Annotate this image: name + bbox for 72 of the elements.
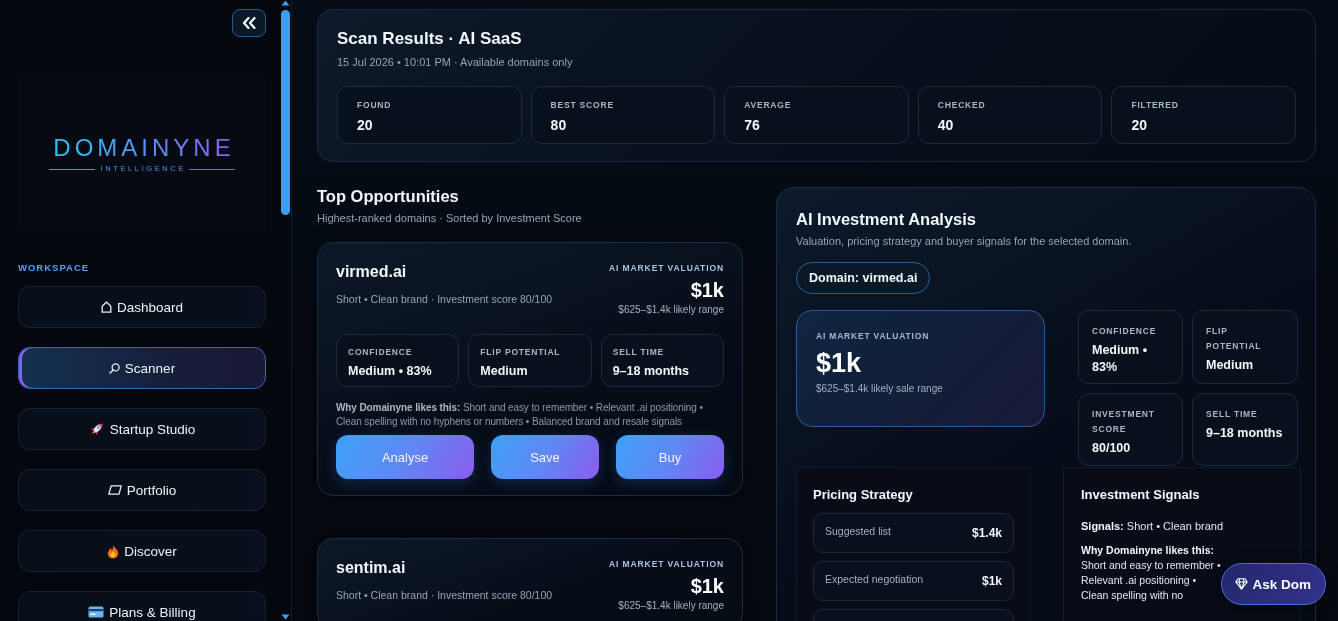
stat-value: 76 — [744, 117, 761, 134]
stat-label: FOUND — [357, 100, 393, 111]
metric-label: FLIP POTENTIAL — [480, 347, 562, 358]
domain-name: sentim.ai — [336, 558, 407, 578]
metric-label: SELL TIME — [1206, 408, 1259, 421]
metric-value: 80/100 — [1092, 440, 1132, 457]
domain-summary: Short • Clean brand · Investment score 80/100 — [336, 292, 553, 306]
sidebar-item[interactable]: Plans & Billing — [18, 591, 266, 621]
sidebar-item[interactable]: Portfolio — [18, 469, 266, 511]
valuation-range: $625–$1.4k likely range — [618, 303, 724, 316]
valuation-label: AI MARKET VALUATION — [609, 559, 724, 570]
metric-label: SELL TIME — [612, 347, 666, 358]
parallelogram-icon — [107, 485, 122, 495]
metric-label: CONFIDENCE — [1092, 325, 1158, 338]
metric-label: CONFIDENCE — [348, 347, 414, 358]
stat-label: AVERAGE — [744, 100, 793, 111]
credit-card-icon — [88, 606, 105, 618]
valuation-range: $625–$1.4k likely sale range — [816, 382, 944, 395]
price-label: Expected negotiation — [825, 572, 924, 585]
ask-dom-button[interactable]: Ask Dom — [1221, 563, 1326, 605]
sidebar-item[interactable]: Discover — [18, 530, 266, 572]
domain-summary: Short • Clean brand · Investment score 80/100 — [336, 588, 553, 602]
domain-name: virmed.ai — [336, 262, 408, 282]
section-title: Top Opportunities — [317, 186, 460, 206]
sidebar-item[interactable]: Dashboard — [18, 286, 266, 328]
metric-label: FLIP POTENTIAL — [1206, 325, 1263, 353]
scan-subtitle: 15 Jul 2026 • 10:01 PM · Available domains only — [337, 55, 574, 69]
selected-domain-pill: Domain: virmed.ai — [796, 262, 931, 294]
stat-label: CHECKED — [937, 100, 987, 111]
sidebar-item[interactable]: Scanner — [18, 347, 266, 389]
scroll-up-icon[interactable] — [281, 0, 290, 6]
panel-title: AI Investment Analysis — [796, 209, 978, 229]
metric-value: Medium • 83% — [348, 363, 433, 379]
valuation-value: $1k — [816, 348, 863, 378]
signals-text: Signals: Short • Clean brand — [1081, 519, 1225, 534]
valuation-value: $1k — [690, 278, 724, 302]
stat-label: BEST SCORE — [550, 100, 615, 111]
reason-text: Why Domainyne likes this: Short and easy to remember • Relevant .ai positioning • Clean spelling with no — [1081, 543, 1222, 603]
valuation-label: AI MARKET VALUATION — [816, 331, 931, 342]
metric-value: 9–18 months — [612, 363, 691, 379]
valuation-value: $1k — [690, 574, 724, 598]
stat-value: 20 — [357, 117, 374, 134]
house-icon — [100, 301, 112, 313]
metric-value: Medium — [480, 363, 529, 379]
stat-value: 40 — [937, 117, 955, 134]
reason-text: Why Domainyne likes this: Short and easy to remember • Relevant .ai positioning • Clean spelling with no hyphens or numbers • Balanced brand and resale signals — [336, 401, 704, 429]
metric-value: Medium — [1206, 357, 1255, 374]
scan-title: Scan Results · AI SaaS — [337, 28, 523, 50]
double-chevron-icon — [242, 17, 256, 29]
scrollbar-thumb[interactable] — [281, 10, 290, 215]
collapse-sidebar-button[interactable] — [232, 9, 266, 37]
valuation-range: $625–$1.4k likely range — [618, 599, 724, 612]
flame-icon — [107, 543, 120, 559]
price-label: Suggested list — [825, 524, 891, 537]
metric-value: Medium • 83% — [1092, 342, 1149, 376]
section-subtitle: Highest-ranked domains · Sorted by Investment Score — [317, 211, 583, 225]
scroll-down-icon[interactable] — [281, 614, 290, 620]
signals-title: Investment Signals — [1081, 486, 1201, 504]
metric-value: 9–18 months — [1206, 425, 1284, 442]
stat-value: 80 — [550, 117, 568, 134]
price-value: $1k — [981, 574, 1002, 588]
metric-label: INVESTMENT SCORE — [1092, 408, 1156, 436]
sidebar-item[interactable]: Startup Studio — [18, 408, 266, 450]
gem-icon — [1235, 578, 1249, 590]
search-icon — [108, 362, 120, 374]
section-label: WORKSPACE — [18, 262, 91, 274]
pricing-title: Pricing Strategy — [813, 486, 914, 504]
panel-subtitle: Valuation, pricing strategy and buyer signals for the selected domain. — [796, 234, 1133, 248]
stat-label: FILTERED — [1131, 100, 1180, 111]
stat-value: 20 — [1131, 117, 1148, 134]
valuation-label: AI MARKET VALUATION — [609, 263, 724, 274]
price-value: $1.4k — [971, 526, 1002, 540]
